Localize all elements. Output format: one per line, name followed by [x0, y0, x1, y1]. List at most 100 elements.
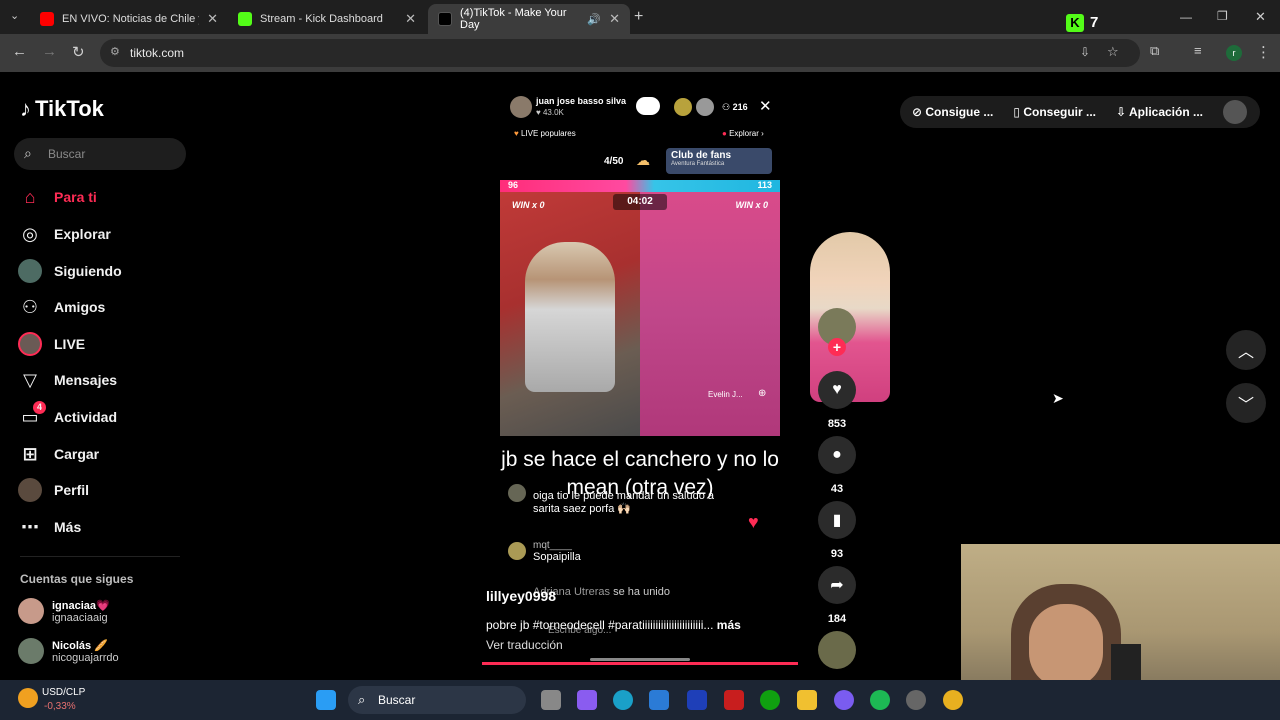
explore-link[interactable]: ● Explorar ›	[722, 129, 764, 138]
windows-start-icon[interactable]	[316, 690, 336, 710]
kick-icon	[238, 12, 252, 26]
currency-icon	[18, 688, 38, 708]
tiktok-logo[interactable]: ♪ TikTok	[20, 96, 104, 122]
tab-tiktok[interactable]: (4)TikTok - Make Your Day 🔊 ✕	[428, 4, 630, 34]
shield-app-icon[interactable]	[724, 690, 744, 710]
more-link[interactable]: más	[717, 618, 741, 632]
sidebar-item-mensajes[interactable]: ▽ Mensajes	[18, 368, 117, 392]
get-coins-button[interactable]: ⊘ Consigue ...	[912, 105, 993, 119]
creator-avatar[interactable]: +	[816, 308, 858, 356]
popular-live-link[interactable]: ♥ LIVE populares	[514, 129, 576, 138]
folder-icon[interactable]	[797, 690, 817, 710]
search-input[interactable]: ⌕ Buscar	[14, 138, 186, 170]
reload-icon[interactable]: ↻	[72, 43, 85, 61]
minimize-icon[interactable]: —	[1180, 10, 1192, 24]
sidebar-item-cargar[interactable]: ⊞ Cargar	[18, 442, 99, 466]
bookmark-star-icon[interactable]: ☆	[1107, 44, 1119, 60]
url-field[interactable]: ⚙ tiktok.com ⇩ ☆	[100, 39, 1140, 67]
media-icon[interactable]: ≡	[1194, 43, 1202, 58]
video-description: pobre jb #torneodecell #paratiiiiiiiiiii…	[486, 618, 741, 632]
live-icon	[18, 332, 42, 356]
profile-avatar[interactable]: r	[1226, 45, 1242, 61]
live-video[interactable]: 96 113 WIN x 0 WIN x 0 Evelin J... ⊕ 04:…	[500, 180, 890, 436]
chevron-up-icon: ︿	[1237, 344, 1254, 361]
kick-extension-icon[interactable]: K	[1066, 14, 1084, 32]
ticker-label[interactable]: USD/CLP	[42, 687, 85, 698]
like-button[interactable]: ♥ 853	[816, 371, 858, 430]
tiktok-note-icon: ♪	[20, 96, 31, 121]
sidebar-item-perfil[interactable]: Perfil	[18, 478, 89, 502]
following-account[interactable]: Nicolás 🥖 nicoguajarrdo	[18, 638, 119, 664]
streamer-face	[1029, 604, 1103, 688]
forward-icon[interactable]: →	[42, 43, 57, 60]
bookmark-icon: ▮	[818, 501, 856, 539]
extensions-icon[interactable]: ⧉	[1150, 43, 1159, 59]
upload-icon: ⊞	[22, 443, 38, 464]
close-icon[interactable]: ✕	[405, 11, 416, 27]
store-icon[interactable]	[649, 690, 669, 710]
follow-plus-icon[interactable]: +	[828, 338, 846, 356]
tab-list-icon[interactable]: ⌄	[10, 9, 19, 22]
window-close-icon[interactable]: ✕	[1255, 9, 1266, 25]
install-icon[interactable]: ⇩	[1080, 45, 1090, 59]
discord-icon[interactable]	[834, 690, 854, 710]
gift-icon[interactable]	[636, 97, 660, 115]
app-download-button[interactable]: ⇩ Aplicación ...	[1116, 105, 1203, 119]
heart-icon: ♥	[748, 512, 759, 532]
scroll-handle[interactable]	[590, 658, 690, 661]
share-icon: ➦	[818, 566, 856, 604]
sidebar-item-siguiendo[interactable]: Siguiendo	[18, 259, 122, 283]
avatar	[508, 542, 526, 560]
author-name[interactable]: lillyey0998	[486, 588, 556, 604]
save-button[interactable]: ▮ 93	[816, 501, 858, 560]
sidebar-item-para-ti[interactable]: ⌂ Para ti	[18, 185, 97, 209]
obs-icon[interactable]	[906, 690, 926, 710]
fan-club-banner[interactable]: Club de fans Aventura Fantástica	[666, 148, 772, 174]
previous-video-button[interactable]: ︿	[1226, 330, 1266, 370]
tab-youtube[interactable]: EN VIVO: Noticias de Chile y el ✕	[30, 4, 228, 34]
get-app-button[interactable]: ▯ Conseguir ...	[1013, 105, 1096, 119]
sidebar-item-mas[interactable]: ⋯ Más	[18, 515, 81, 539]
new-tab-icon[interactable]: +	[634, 8, 643, 26]
site-info-icon[interactable]: ⚙	[110, 45, 120, 58]
close-icon[interactable]: ✕	[207, 11, 218, 27]
sidebar-item-explorar[interactable]: ◎ Explorar	[18, 222, 111, 246]
host-name[interactable]: juan jose basso silva	[536, 96, 626, 106]
chrome-icon[interactable]	[943, 690, 963, 710]
menu-icon[interactable]: ⋮	[1256, 43, 1271, 61]
win-counter-left: WIN x 0	[512, 200, 545, 210]
close-icon[interactable]: ✕	[609, 11, 620, 27]
restore-icon[interactable]: ❐	[1217, 9, 1228, 23]
tab-kick[interactable]: Stream - Kick Dashboard ✕	[228, 4, 426, 34]
host-avatar[interactable]	[510, 96, 532, 118]
youtube-icon	[40, 12, 54, 26]
edge-icon[interactable]	[613, 690, 633, 710]
close-live-icon[interactable]: ✕	[759, 97, 772, 115]
sidebar-item-amigos[interactable]: ⚇ Amigos	[18, 295, 105, 319]
user-avatar[interactable]	[1223, 100, 1247, 124]
share-button[interactable]: ➦ 184	[816, 566, 858, 625]
comment-button[interactable]: ● 43	[816, 436, 858, 495]
translate-link[interactable]: Ver traducción	[486, 638, 563, 652]
compass-icon: ◎	[22, 223, 38, 244]
copilot-icon[interactable]	[577, 690, 597, 710]
win-counter-right: WIN x 0	[735, 200, 768, 210]
next-video-button[interactable]: ﹀	[1226, 383, 1266, 423]
progress-bar[interactable]	[482, 662, 798, 665]
music-disc[interactable]	[816, 631, 858, 669]
task-view-icon[interactable]	[541, 690, 561, 710]
xbox-icon[interactable]	[760, 690, 780, 710]
rank-counter: 4/50	[604, 156, 624, 167]
speaker-icon[interactable]: 🔊	[587, 13, 601, 26]
taskbar-search[interactable]: ⌕ Buscar	[348, 686, 526, 714]
heart-icon: ♥	[818, 371, 856, 409]
chat-message: mqt____ Sopaipilla	[508, 540, 581, 563]
back-icon[interactable]: ←	[12, 43, 27, 60]
following-account[interactable]: ignaciaa💗 ignaaciaaig	[18, 598, 110, 624]
sidebar-item-actividad[interactable]: ▭ 4 Actividad	[18, 401, 117, 429]
spotify-icon[interactable]	[870, 690, 890, 710]
add-guest-icon[interactable]: ⊕	[758, 388, 766, 399]
l-app-icon[interactable]	[687, 690, 707, 710]
sidebar-item-live[interactable]: LIVE	[18, 332, 85, 356]
browser-tab-bar: ⌄ EN VIVO: Noticias de Chile y el ✕ Stre…	[0, 0, 1280, 34]
